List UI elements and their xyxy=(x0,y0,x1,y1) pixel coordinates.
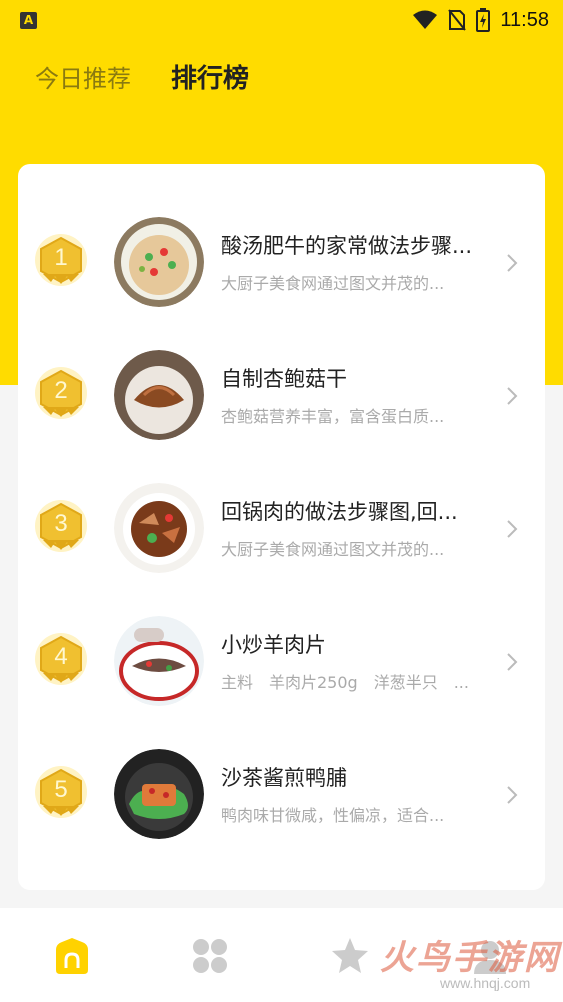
status-bar: A 11:58 xyxy=(0,0,563,40)
dish-title: 自制杏鲍菇干 xyxy=(221,367,347,391)
tab-ranking[interactable]: 排行榜 xyxy=(171,58,249,95)
dish-description: 主料 羊肉片250g 洋葱半只 ... xyxy=(221,673,469,692)
rank-number: 4 xyxy=(54,643,68,670)
dish-image xyxy=(114,749,204,839)
ranking-card: 1 酸汤肥牛的家常做法步骤... 大厨子美食网通过图文并茂的... 2 自制杏鲍… xyxy=(18,164,545,890)
chevron-right-icon xyxy=(507,786,518,804)
watermark-logo: 火鸟手游网 xyxy=(380,938,560,978)
rank-number: 1 xyxy=(54,244,68,271)
tab-today-recommend[interactable]: 今日推荐 xyxy=(35,59,131,94)
dish-image xyxy=(114,483,204,573)
chevron-right-icon xyxy=(507,254,518,272)
rank-number: 3 xyxy=(54,510,68,537)
category-icon[interactable] xyxy=(190,936,230,976)
favorite-icon[interactable] xyxy=(330,936,370,976)
chevron-right-icon xyxy=(507,387,518,405)
dish-description: 大厨子美食网通过图文并茂的... xyxy=(221,540,445,559)
chevron-right-icon xyxy=(507,520,518,538)
dish-image xyxy=(114,616,204,706)
rank-number: 2 xyxy=(54,377,68,404)
no-sim-icon xyxy=(448,9,467,31)
medal-icon: 1 xyxy=(33,234,89,290)
list-item[interactable]: 3 回锅肉的做法步骤图,回... 大厨子美食网通过图文并茂的... xyxy=(18,470,545,590)
home-icon[interactable] xyxy=(52,936,92,976)
dish-title: 小炒羊肉片 xyxy=(221,633,326,657)
medal-icon: 4 xyxy=(33,633,89,689)
medal-icon: 3 xyxy=(33,500,89,556)
dish-image xyxy=(114,217,204,307)
top-tabs: 今日推荐 排行榜 xyxy=(35,58,249,95)
app-notification-icon: A xyxy=(20,11,37,29)
battery-charging-icon xyxy=(476,8,491,32)
list-item[interactable]: 4 小炒羊肉片 主料 羊肉片250g 洋葱半只 ... xyxy=(18,603,545,723)
medal-icon: 5 xyxy=(33,766,89,822)
dish-description: 杏鲍菇营养丰富，富含蛋白质... xyxy=(221,407,445,426)
dish-title: 沙茶酱煎鸭脯 xyxy=(221,766,347,790)
dish-description: 鸭肉味甘微咸，性偏凉，适合... xyxy=(221,806,445,825)
status-time: 11:58 xyxy=(500,8,549,31)
watermark-url: www.hnqj.com xyxy=(440,975,531,991)
list-item[interactable]: 5 沙茶酱煎鸭脯 鸭肉味甘微咸，性偏凉，适合... xyxy=(18,736,545,856)
dish-title: 酸汤肥牛的家常做法步骤... xyxy=(221,234,473,258)
chevron-right-icon xyxy=(507,653,518,671)
dish-title: 回锅肉的做法步骤图,回... xyxy=(221,500,458,524)
list-item[interactable]: 1 酸汤肥牛的家常做法步骤... 大厨子美食网通过图文并茂的... xyxy=(18,204,545,324)
rank-number: 5 xyxy=(54,776,68,803)
dish-image xyxy=(114,350,204,440)
medal-icon: 2 xyxy=(33,367,89,423)
wifi-icon xyxy=(413,10,438,29)
dish-description: 大厨子美食网通过图文并茂的... xyxy=(221,274,445,293)
list-item[interactable]: 2 自制杏鲍菇干 杏鲍菇营养丰富，富含蛋白质... xyxy=(18,337,545,457)
